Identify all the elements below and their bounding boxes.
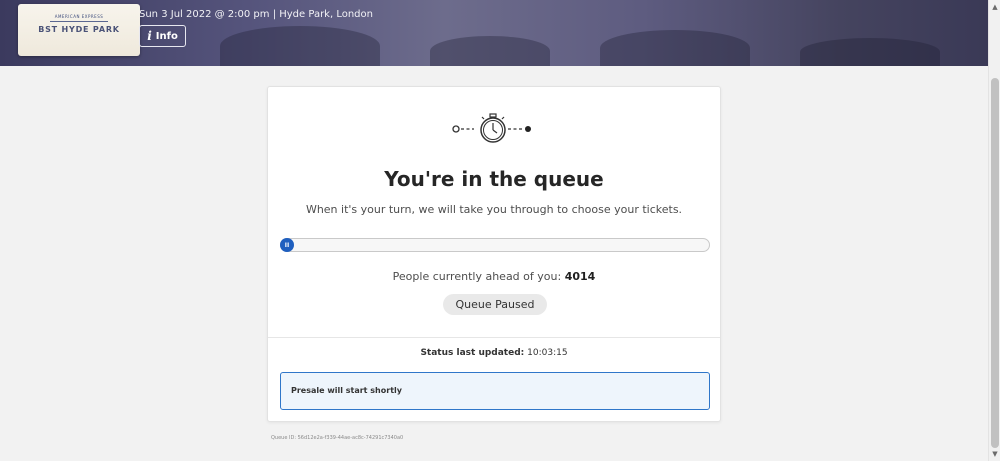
people-ahead: People currently ahead of you: 4014	[268, 270, 720, 283]
queue-card: You're in the queue When it's your turn,…	[267, 86, 721, 422]
event-details: Sun 3 Jul 2022 @ 2:00 pm | Hyde Park, Lo…	[139, 9, 373, 20]
status-updated-time: 10:03:15	[527, 348, 568, 358]
event-logo: AMERICAN EXPRESS BST HYDE PARK	[18, 4, 140, 56]
pause-icon: II	[280, 238, 294, 252]
status-updated-label: Status last updated:	[420, 348, 525, 358]
queue-id: Queue ID: 56d12e2a-f339-44ae-ac8c-74291c…	[271, 435, 404, 441]
people-ahead-label: People currently ahead of you:	[392, 270, 562, 283]
info-button-label: Info	[155, 30, 178, 42]
queue-progress-bar: II	[280, 238, 710, 252]
scroll-down-arrow-icon[interactable]: ▼	[989, 447, 1000, 461]
page-scrollbar[interactable]: ▲ ▼	[988, 0, 1000, 461]
scrollbar-thumb[interactable]	[991, 78, 999, 448]
presale-notice: Presale will start shortly	[280, 372, 710, 410]
status-badge: Queue Paused	[443, 294, 547, 315]
scroll-up-arrow-icon[interactable]: ▲	[989, 0, 1000, 14]
divider	[268, 337, 720, 338]
info-icon: i	[147, 29, 152, 43]
event-banner: AMERICAN EXPRESS BST HYDE PARK Sun 3 Jul…	[0, 0, 988, 66]
status-last-updated: Status last updated: 10:03:15	[268, 348, 720, 358]
stopwatch-icon	[268, 109, 720, 147]
info-button[interactable]: i Info	[139, 25, 186, 47]
people-ahead-count: 4014	[564, 270, 596, 283]
queue-subtitle: When it's your turn, we will take you th…	[305, 203, 683, 216]
queue-title: You're in the queue	[384, 167, 604, 191]
